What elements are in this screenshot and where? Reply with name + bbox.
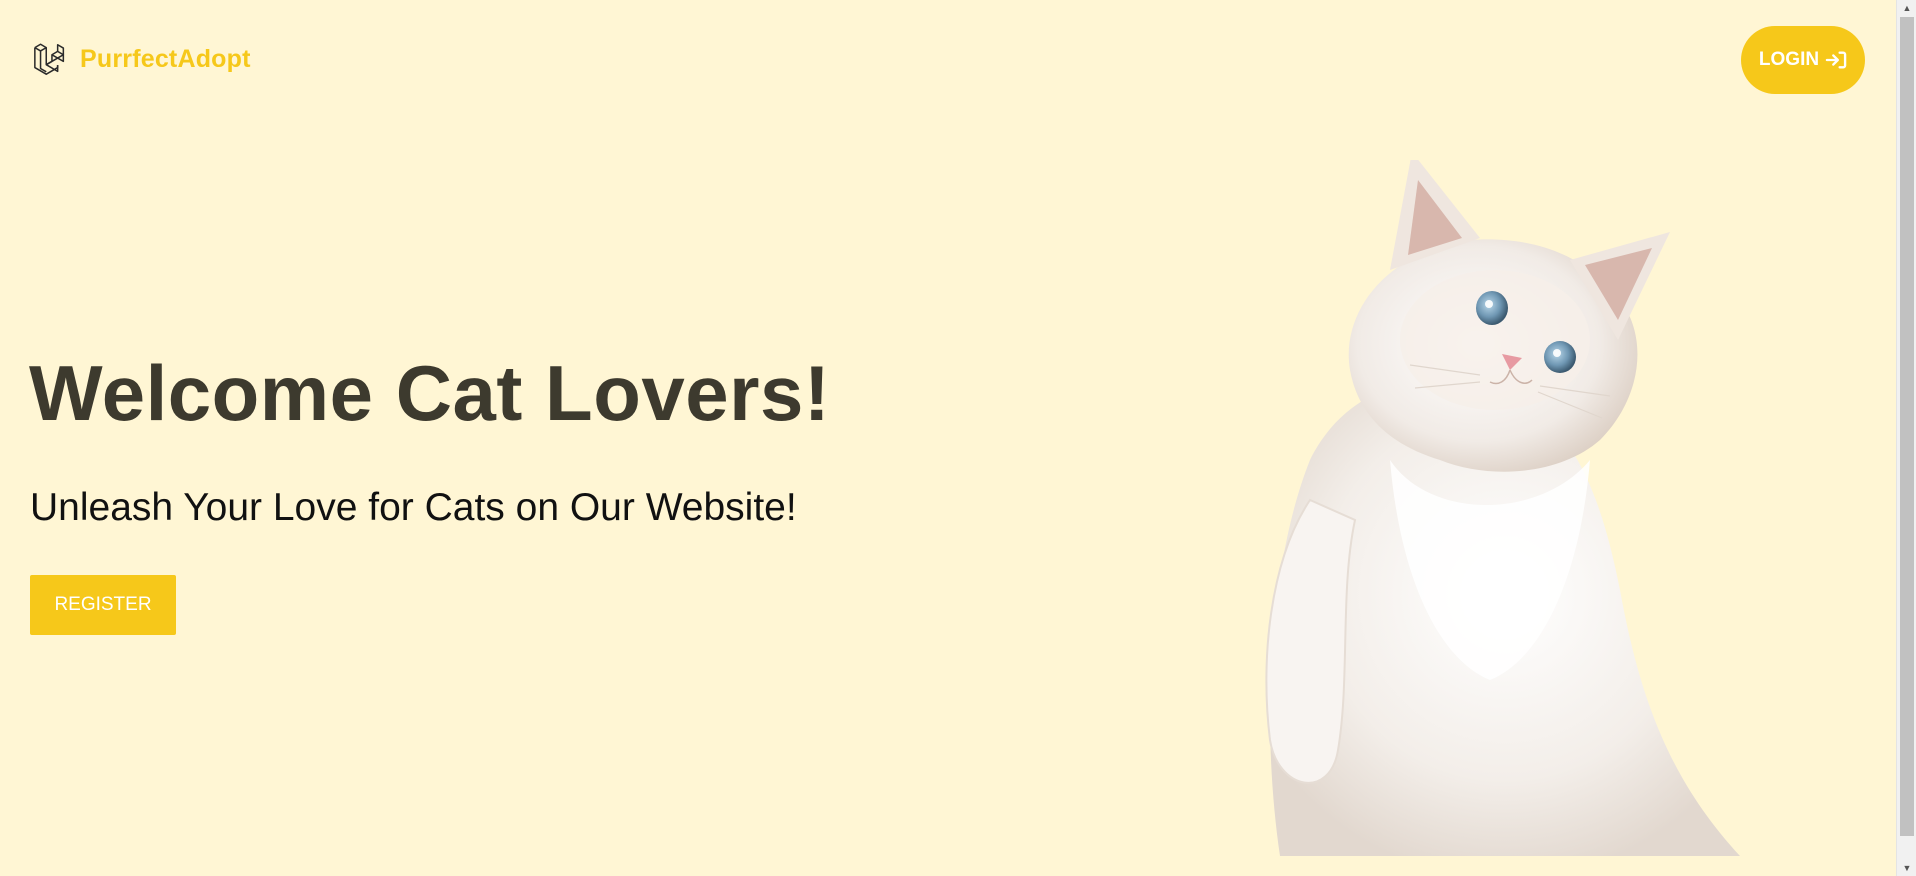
scroll-down-arrow-icon[interactable]: ▼ [1897,860,1916,876]
landing-page: PurrfectAdopt LOGIN Welcome Cat Lovers! … [0,0,1896,876]
brand[interactable]: PurrfectAdopt [32,40,251,78]
laravel-logo-icon [34,43,65,75]
scroll-up-arrow-icon[interactable]: ▲ [1897,0,1916,16]
hero-subtitle: Unleash Your Love for Cats on Our Websit… [30,486,797,529]
sign-in-icon [1825,51,1847,69]
cat-hero-image [1265,160,1740,856]
login-button[interactable]: LOGIN [1741,26,1865,94]
page-scrollbar[interactable]: ▲ ▼ [1896,0,1916,876]
scrollbar-thumb[interactable] [1900,17,1914,836]
hero-title: Welcome Cat Lovers! [29,349,831,437]
brand-name: PurrfectAdopt [80,44,251,73]
login-label: LOGIN [1758,49,1820,70]
register-button[interactable]: REGISTER [30,575,176,635]
